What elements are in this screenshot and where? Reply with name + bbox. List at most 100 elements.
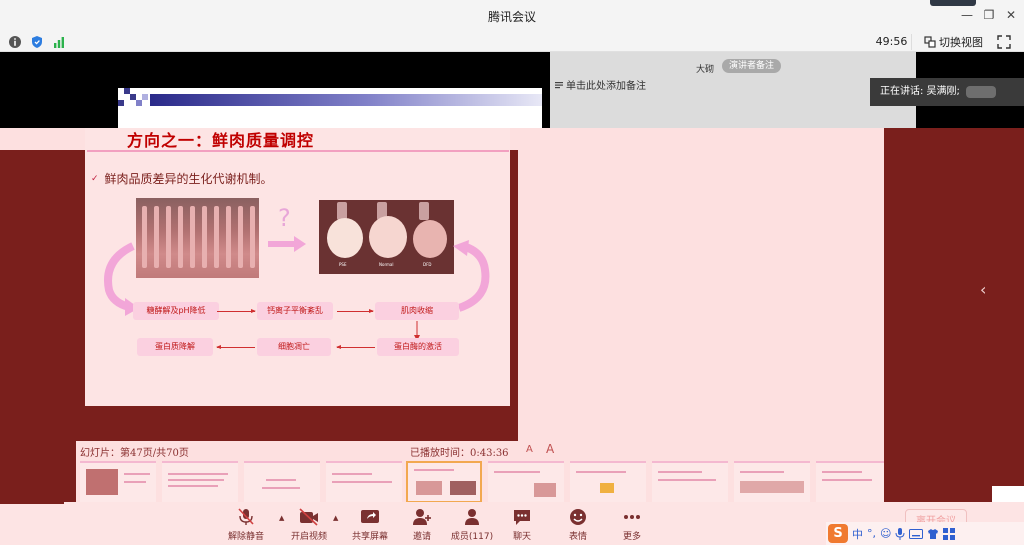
- photo-caption: DFD: [423, 262, 432, 267]
- thumb-line: [168, 479, 224, 481]
- camera-off-icon: [299, 508, 318, 526]
- ime-grid-icon[interactable]: [943, 527, 956, 540]
- video-options-caret-icon[interactable]: ▲: [333, 514, 338, 522]
- emoji-icon: [570, 509, 586, 525]
- slide-thumbnail-active[interactable]: [406, 461, 482, 503]
- photo-caption: PSE: [339, 262, 347, 267]
- thumb-line: [124, 473, 150, 475]
- slide-bullet: ✓ 鲜肉品质差异的生化代谢机制。: [91, 170, 273, 187]
- slide-thumbnail[interactable]: [570, 461, 646, 503]
- ime-mode-toggle[interactable]: 中: [852, 526, 863, 542]
- photo-detail: [238, 206, 243, 268]
- thumb-image: [534, 483, 556, 497]
- shield-icon[interactable]: [30, 35, 44, 49]
- more-button[interactable]: 更多: [604, 507, 660, 543]
- start-video-button[interactable]: 开启视频: [281, 507, 337, 543]
- thumb-line: [414, 469, 454, 471]
- punctuation-icon[interactable]: °,: [867, 527, 876, 540]
- photo-detail: [190, 206, 195, 268]
- reaction-label: 表情: [568, 532, 587, 542]
- flow-arrow: [217, 309, 256, 313]
- thumb-line: [494, 471, 540, 473]
- photo-caption: Normal: [379, 262, 394, 267]
- slide-thumbnail[interactable]: [488, 461, 564, 503]
- slide-thumbnail[interactable]: [80, 461, 156, 503]
- header-gradient-bar: [150, 94, 542, 106]
- decor-pixel: [142, 94, 148, 100]
- info-icon[interactable]: [8, 35, 22, 49]
- voice-input-icon[interactable]: [895, 527, 905, 540]
- font-decrease-button[interactable]: A: [526, 444, 533, 455]
- mic-muted-icon: [238, 508, 254, 525]
- add-note-field[interactable]: 单击此处添加备注: [554, 77, 646, 92]
- members-icon: [465, 509, 479, 525]
- unmute-button[interactable]: 解除静音: [218, 507, 274, 543]
- slide-title: 方向之一：鲜肉质量调控: [127, 131, 315, 150]
- meat-samples-photo: PSE Normal DFD: [319, 200, 454, 274]
- slide-thumbnail[interactable]: [816, 461, 884, 503]
- members-button[interactable]: 成员(117): [444, 507, 500, 543]
- flow-arrow: [216, 345, 255, 349]
- emoji-ime-icon[interactable]: ☺: [880, 527, 891, 540]
- flow-arrow: [336, 345, 375, 349]
- chat-button[interactable]: 聊天: [494, 507, 550, 543]
- thumb-line: [266, 479, 296, 481]
- title-bar: 腾讯会议 — ❐ ✕: [0, 0, 1024, 32]
- keyboard-icon[interactable]: [909, 528, 924, 539]
- fullscreen-icon[interactable]: [996, 34, 1012, 50]
- thumb-line: [168, 473, 228, 475]
- slide-thumbnail[interactable]: [162, 461, 238, 503]
- thumb-line: [168, 485, 218, 487]
- start-video-label: 开启视频: [290, 532, 327, 542]
- unmute-label: 解除静音: [227, 532, 264, 542]
- font-increase-button[interactable]: A: [546, 442, 554, 456]
- normal-sample: [369, 216, 407, 258]
- photo-detail: [202, 206, 207, 268]
- add-note-placeholder: 单击此处添加备注: [566, 81, 646, 92]
- chevron-left-icon[interactable]: ‹: [980, 280, 986, 299]
- minimize-button[interactable]: —: [956, 6, 978, 24]
- slide-counter: 幻灯片：第47页/共70页: [80, 448, 189, 459]
- more-icon: [624, 515, 640, 519]
- slide-thumbnail[interactable]: [652, 461, 728, 503]
- decor-bar: [0, 500, 64, 504]
- speaker-avatar-blur: [966, 86, 996, 98]
- slide-header-strip: [118, 88, 542, 128]
- note-icon: [555, 81, 563, 88]
- share-screen-button[interactable]: 共享屏幕: [342, 507, 398, 543]
- slide-thumbnail[interactable]: [326, 461, 402, 503]
- switch-view-button[interactable]: 切换视图: [924, 33, 983, 51]
- restore-button[interactable]: ❐: [978, 6, 1000, 24]
- thumb-line: [332, 473, 372, 475]
- thumb-image: [740, 481, 804, 493]
- sogou-logo-icon[interactable]: S: [828, 524, 848, 543]
- thumb-line: [740, 471, 784, 473]
- thumb-line: [658, 479, 716, 481]
- flow-step-enzyme: 蛋白酶的激活: [377, 338, 459, 356]
- reaction-button[interactable]: 表情: [550, 507, 606, 543]
- curved-arrow-right-icon: [453, 240, 490, 312]
- chat-icon: [514, 510, 530, 525]
- thumb-image: [416, 481, 442, 495]
- invite-button[interactable]: 邀请: [394, 507, 450, 543]
- signal-icon[interactable]: [52, 35, 66, 49]
- question-mark: ?: [278, 204, 291, 232]
- flow-step-degradation: 蛋白质降解: [137, 338, 213, 356]
- slide-thumbnail[interactable]: [734, 461, 810, 503]
- pse-sample: [327, 218, 363, 258]
- members-label: 成员(117): [450, 532, 494, 542]
- presenter-notes-button[interactable]: 演讲者备注: [722, 59, 782, 73]
- slide-thumbnail[interactable]: [244, 461, 320, 503]
- close-button[interactable]: ✕: [1000, 6, 1022, 24]
- flow-step-apoptosis: 细胞凋亡: [257, 338, 331, 356]
- thumb-line: [576, 471, 626, 473]
- check-bullet-icon: ✓: [91, 173, 99, 184]
- thumb-image: [86, 469, 118, 495]
- switch-view-label: 切换视图: [939, 36, 983, 49]
- thumb-image: [600, 483, 614, 493]
- skin-icon[interactable]: [927, 528, 939, 540]
- speaking-indicator: 正在讲话: 吴满刚;: [870, 78, 1024, 106]
- share-screen-label: 共享屏幕: [351, 532, 388, 542]
- carcass-photo: [136, 198, 259, 278]
- flow-step-calcium: 钙离子平衡紊乱: [257, 302, 333, 320]
